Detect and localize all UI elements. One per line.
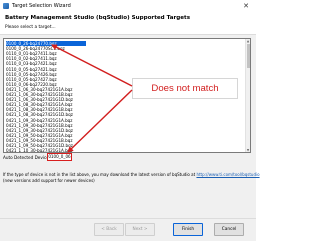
back-button[interactable]: < Back [94,223,124,236]
finish-button[interactable]: Finish [173,223,203,236]
wizard-header: Battery Management Studio (bqStudio) Sup… [0,12,256,35]
annotation-text: Does not match [151,83,219,94]
annotation-callout: Does not match [132,78,238,99]
auto-detected-value: 0100_0_06 [47,153,72,161]
cancel-button[interactable]: Cancel [214,223,244,236]
app-icon [3,3,9,9]
auto-detected-label: Auto Detected Device: [3,155,51,160]
info-text: If the type of device is not in the list… [3,172,196,177]
list-scrollbar[interactable]: ▲ ▼ [245,39,250,152]
page-subtitle: Please select a target... [5,25,56,30]
scroll-thumb[interactable] [246,44,250,68]
close-icon[interactable]: ✕ [239,1,253,11]
download-link[interactable]: http://www.ti.com/tool/bqstudio [196,172,259,177]
page-title: Battery Management Studio (bqStudio) Sup… [5,15,191,21]
info-line-1: If the type of device is not in the list… [3,172,260,177]
scroll-down-icon[interactable]: ▼ [246,148,250,152]
window-title: Target Selection Wizard [12,3,71,9]
info-line-2: (new versions add support for newer devi… [3,178,95,183]
scroll-up-icon[interactable]: ▲ [246,39,250,43]
title-bar: Target Selection Wizard ✕ [0,0,256,12]
next-button[interactable]: Next > [125,223,155,236]
